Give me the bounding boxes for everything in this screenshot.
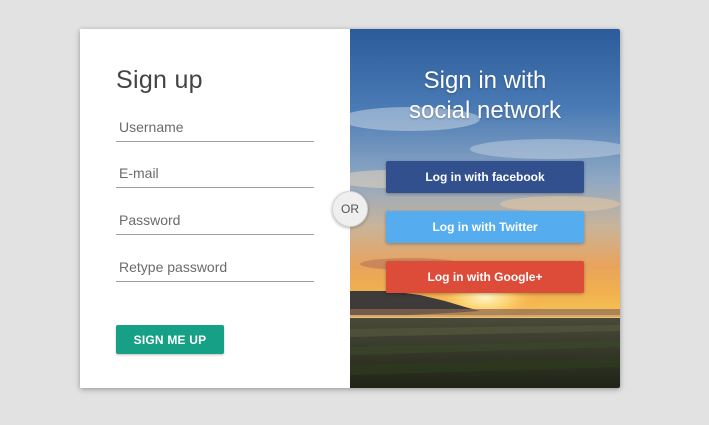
twitter-login-button[interactable]: Log in with Twitter (386, 211, 584, 243)
facebook-login-button[interactable]: Log in with facebook (386, 161, 584, 193)
password-field[interactable] (116, 209, 314, 235)
signup-card: Sign up SIGN ME UP (80, 29, 620, 388)
sign-me-up-button[interactable]: SIGN ME UP (116, 325, 224, 354)
signup-title: Sign up (116, 66, 203, 94)
social-panel: Sign in with social network Log in with … (350, 29, 620, 388)
google-plus-login-button[interactable]: Log in with Google+ (386, 261, 584, 293)
or-divider-badge: OR (332, 191, 368, 227)
social-title: Sign in with social network (350, 66, 620, 126)
retype-password-field[interactable] (116, 256, 314, 282)
signup-panel: Sign up SIGN ME UP (80, 29, 350, 388)
username-field[interactable] (116, 116, 314, 142)
social-title-line2: social network (408, 97, 562, 124)
email-field[interactable] (116, 162, 314, 188)
social-title-line1: Sign in with (423, 67, 547, 94)
